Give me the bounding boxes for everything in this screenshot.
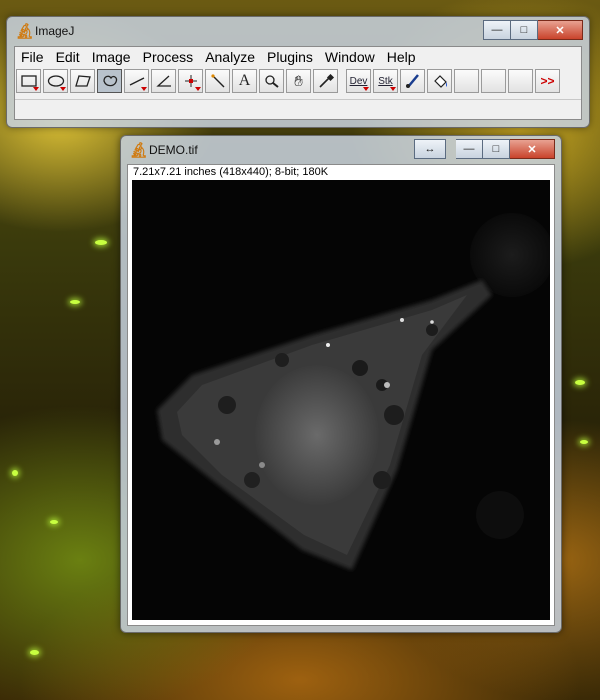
empty-tool-slot bbox=[481, 69, 506, 93]
close-button[interactable]: ✕ bbox=[538, 20, 583, 40]
resize-arrows-icon[interactable]: ↔ bbox=[414, 139, 446, 159]
image-titlebar[interactable]: 🔬︎ DEMO.tif ↔ — □ ✕ bbox=[121, 136, 561, 164]
point-tool-icon[interactable] bbox=[178, 69, 203, 93]
more-tools-icon[interactable]: >> bbox=[535, 69, 560, 93]
menu-file[interactable]: File bbox=[15, 47, 50, 67]
imagej-app-icon: 🔬︎ bbox=[15, 23, 35, 40]
dev-label: Dev bbox=[349, 75, 368, 87]
status-bar bbox=[15, 99, 581, 118]
maximize-button[interactable]: □ bbox=[483, 139, 510, 159]
menu-edit[interactable]: Edit bbox=[50, 47, 86, 67]
menu-plugins[interactable]: Plugins bbox=[261, 47, 319, 67]
image-window-icon: 🔬︎ bbox=[129, 142, 149, 159]
menu-image[interactable]: Image bbox=[86, 47, 137, 67]
menu-window[interactable]: Window bbox=[319, 47, 381, 67]
more-tools-label: >> bbox=[540, 74, 555, 88]
background-firefly bbox=[95, 240, 107, 245]
brush-icon[interactable] bbox=[400, 69, 425, 93]
text-tool-icon[interactable]: A bbox=[232, 69, 257, 93]
menu-bar: File Edit Image Process Analyze Plugins … bbox=[15, 47, 581, 67]
menu-help[interactable]: Help bbox=[381, 47, 422, 67]
minimize-button[interactable]: — bbox=[456, 139, 483, 159]
tool-bar: A ✋︎ Dev Stk >> bbox=[16, 69, 580, 95]
main-window-title: ImageJ bbox=[35, 24, 75, 38]
menu-process[interactable]: Process bbox=[137, 47, 200, 67]
rectangle-select-icon[interactable] bbox=[16, 69, 41, 93]
empty-tool-slot bbox=[508, 69, 533, 93]
background-firefly bbox=[580, 440, 588, 444]
flood-fill-icon[interactable] bbox=[427, 69, 452, 93]
main-window-content: File Edit Image Process Analyze Plugins … bbox=[14, 46, 582, 120]
magnifier-icon[interactable] bbox=[259, 69, 284, 93]
image-window: 🔬︎ DEMO.tif ↔ — □ ✕ 7.21x7.21 inches (41… bbox=[120, 135, 562, 633]
background-firefly bbox=[70, 300, 80, 304]
image-canvas[interactable] bbox=[132, 180, 550, 620]
hand-tool-icon[interactable]: ✋︎ bbox=[286, 69, 311, 93]
oval-select-icon[interactable] bbox=[43, 69, 68, 93]
angle-tool-icon[interactable] bbox=[151, 69, 176, 93]
maximize-button[interactable]: □ bbox=[511, 20, 538, 40]
line-tool-icon[interactable] bbox=[124, 69, 149, 93]
main-titlebar[interactable]: 🔬︎ ImageJ — □ ✕ bbox=[7, 17, 589, 45]
wand-tool-icon[interactable] bbox=[205, 69, 230, 93]
imagej-main-window: 🔬︎ ImageJ — □ ✕ File Edit Image Process … bbox=[6, 16, 590, 128]
stk-label: Stk bbox=[378, 75, 393, 87]
background-firefly bbox=[575, 380, 585, 385]
stack-menu-icon[interactable]: Stk bbox=[373, 69, 398, 93]
developer-menu-icon[interactable]: Dev bbox=[346, 69, 371, 93]
background-firefly bbox=[12, 470, 18, 476]
background-firefly bbox=[50, 520, 58, 524]
freehand-select-icon[interactable] bbox=[97, 69, 122, 93]
minimize-button[interactable]: — bbox=[483, 20, 511, 40]
polygon-select-icon[interactable] bbox=[70, 69, 95, 93]
close-button[interactable]: ✕ bbox=[510, 139, 555, 159]
text-tool-label: A bbox=[238, 72, 251, 89]
image-info-text: 7.21x7.21 inches (418x440); 8-bit; 180K bbox=[133, 166, 329, 178]
background-firefly bbox=[30, 650, 39, 655]
dropper-icon[interactable] bbox=[313, 69, 338, 93]
image-window-content: 7.21x7.21 inches (418x440); 8-bit; 180K bbox=[127, 164, 555, 626]
empty-tool-slot bbox=[454, 69, 479, 93]
image-window-title: DEMO.tif bbox=[149, 143, 198, 157]
fluorescent-cell-image bbox=[157, 213, 550, 570]
menu-analyze[interactable]: Analyze bbox=[199, 47, 261, 67]
